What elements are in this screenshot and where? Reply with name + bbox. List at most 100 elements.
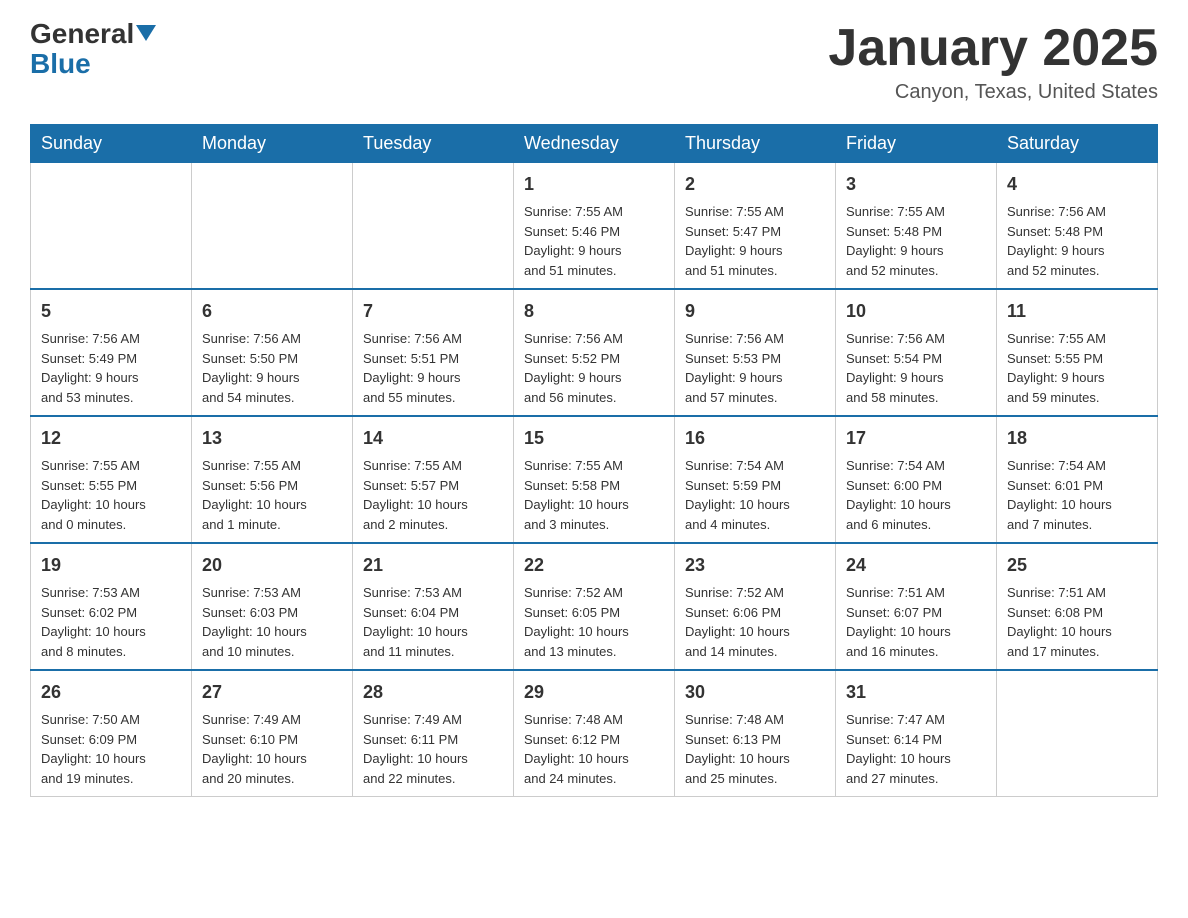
- calendar-cell: 1Sunrise: 7:55 AMSunset: 5:46 PMDaylight…: [514, 163, 675, 290]
- day-info: Sunrise: 7:53 AM: [363, 583, 503, 603]
- calendar-cell: 14Sunrise: 7:55 AMSunset: 5:57 PMDayligh…: [353, 416, 514, 543]
- day-info: Sunrise: 7:55 AM: [41, 456, 181, 476]
- day-info: Daylight: 10 hours: [846, 495, 986, 515]
- logo-blue-text: Blue: [30, 48, 91, 80]
- day-number: 12: [41, 425, 181, 452]
- day-info: and 52 minutes.: [846, 261, 986, 281]
- day-number: 25: [1007, 552, 1147, 579]
- day-info: Daylight: 10 hours: [524, 749, 664, 769]
- day-info: Sunset: 5:47 PM: [685, 222, 825, 242]
- day-info: and 57 minutes.: [685, 388, 825, 408]
- day-info: Sunset: 5:46 PM: [524, 222, 664, 242]
- day-number: 22: [524, 552, 664, 579]
- calendar-week-row: 19Sunrise: 7:53 AMSunset: 6:02 PMDayligh…: [31, 543, 1158, 670]
- calendar-cell: 7Sunrise: 7:56 AMSunset: 5:51 PMDaylight…: [353, 289, 514, 416]
- day-info: and 7 minutes.: [1007, 515, 1147, 535]
- day-number: 1: [524, 171, 664, 198]
- day-number: 23: [685, 552, 825, 579]
- day-info: and 51 minutes.: [685, 261, 825, 281]
- calendar-cell: [353, 163, 514, 290]
- day-info: Daylight: 9 hours: [846, 241, 986, 261]
- calendar-cell: 10Sunrise: 7:56 AMSunset: 5:54 PMDayligh…: [836, 289, 997, 416]
- day-info: and 0 minutes.: [41, 515, 181, 535]
- calendar-cell: 16Sunrise: 7:54 AMSunset: 5:59 PMDayligh…: [675, 416, 836, 543]
- day-info: and 53 minutes.: [41, 388, 181, 408]
- calendar-week-row: 26Sunrise: 7:50 AMSunset: 6:09 PMDayligh…: [31, 670, 1158, 797]
- day-info: and 20 minutes.: [202, 769, 342, 789]
- day-info: and 56 minutes.: [524, 388, 664, 408]
- day-info: and 16 minutes.: [846, 642, 986, 662]
- day-info: Daylight: 10 hours: [41, 749, 181, 769]
- calendar-header-row: SundayMondayTuesdayWednesdayThursdayFrid…: [31, 125, 1158, 163]
- day-info: Sunrise: 7:54 AM: [846, 456, 986, 476]
- location-text: Canyon, Texas, United States: [828, 81, 1158, 104]
- day-info: Sunset: 5:52 PM: [524, 349, 664, 369]
- calendar-header-saturday: Saturday: [997, 125, 1158, 163]
- day-info: Daylight: 10 hours: [202, 622, 342, 642]
- day-info: and 3 minutes.: [524, 515, 664, 535]
- day-info: and 2 minutes.: [363, 515, 503, 535]
- day-info: Sunrise: 7:56 AM: [363, 329, 503, 349]
- day-info: Sunset: 6:05 PM: [524, 603, 664, 623]
- day-number: 14: [363, 425, 503, 452]
- calendar-header-sunday: Sunday: [31, 125, 192, 163]
- day-info: Sunset: 6:03 PM: [202, 603, 342, 623]
- day-info: Sunrise: 7:51 AM: [1007, 583, 1147, 603]
- day-info: Sunset: 5:55 PM: [41, 476, 181, 496]
- day-number: 27: [202, 679, 342, 706]
- day-info: and 55 minutes.: [363, 388, 503, 408]
- day-info: Sunrise: 7:51 AM: [846, 583, 986, 603]
- day-info: Sunset: 6:04 PM: [363, 603, 503, 623]
- day-info: and 58 minutes.: [846, 388, 986, 408]
- calendar-table: SundayMondayTuesdayWednesdayThursdayFrid…: [30, 124, 1158, 797]
- day-number: 2: [685, 171, 825, 198]
- day-info: Sunset: 5:57 PM: [363, 476, 503, 496]
- title-section: January 2025 Canyon, Texas, United State…: [828, 20, 1158, 104]
- calendar-cell: 11Sunrise: 7:55 AMSunset: 5:55 PMDayligh…: [997, 289, 1158, 416]
- day-number: 17: [846, 425, 986, 452]
- calendar-cell: 3Sunrise: 7:55 AMSunset: 5:48 PMDaylight…: [836, 163, 997, 290]
- day-info: Daylight: 9 hours: [846, 368, 986, 388]
- day-info: Sunset: 6:08 PM: [1007, 603, 1147, 623]
- calendar-cell: 15Sunrise: 7:55 AMSunset: 5:58 PMDayligh…: [514, 416, 675, 543]
- calendar-header-friday: Friday: [836, 125, 997, 163]
- day-info: Sunset: 5:49 PM: [41, 349, 181, 369]
- day-info: Sunrise: 7:53 AM: [202, 583, 342, 603]
- day-info: and 14 minutes.: [685, 642, 825, 662]
- calendar-cell: 24Sunrise: 7:51 AMSunset: 6:07 PMDayligh…: [836, 543, 997, 670]
- calendar-header-tuesday: Tuesday: [353, 125, 514, 163]
- day-info: Daylight: 10 hours: [685, 749, 825, 769]
- day-info: Sunrise: 7:52 AM: [685, 583, 825, 603]
- day-info: Daylight: 10 hours: [41, 622, 181, 642]
- day-number: 5: [41, 298, 181, 325]
- calendar-cell: 12Sunrise: 7:55 AMSunset: 5:55 PMDayligh…: [31, 416, 192, 543]
- day-info: Sunset: 5:48 PM: [1007, 222, 1147, 242]
- day-info: Daylight: 10 hours: [685, 495, 825, 515]
- day-info: and 59 minutes.: [1007, 388, 1147, 408]
- day-info: Sunrise: 7:48 AM: [524, 710, 664, 730]
- calendar-cell: 27Sunrise: 7:49 AMSunset: 6:10 PMDayligh…: [192, 670, 353, 797]
- day-info: and 6 minutes.: [846, 515, 986, 535]
- day-info: Sunrise: 7:49 AM: [363, 710, 503, 730]
- day-info: Daylight: 9 hours: [41, 368, 181, 388]
- day-info: Sunset: 5:58 PM: [524, 476, 664, 496]
- calendar-cell: 23Sunrise: 7:52 AMSunset: 6:06 PMDayligh…: [675, 543, 836, 670]
- day-info: Sunrise: 7:47 AM: [846, 710, 986, 730]
- calendar-header-thursday: Thursday: [675, 125, 836, 163]
- day-number: 16: [685, 425, 825, 452]
- day-info: and 4 minutes.: [685, 515, 825, 535]
- day-info: Daylight: 9 hours: [1007, 368, 1147, 388]
- day-info: Sunrise: 7:55 AM: [363, 456, 503, 476]
- day-info: and 54 minutes.: [202, 388, 342, 408]
- calendar-cell: 17Sunrise: 7:54 AMSunset: 6:00 PMDayligh…: [836, 416, 997, 543]
- day-number: 11: [1007, 298, 1147, 325]
- calendar-cell: 19Sunrise: 7:53 AMSunset: 6:02 PMDayligh…: [31, 543, 192, 670]
- day-info: Sunrise: 7:55 AM: [524, 202, 664, 222]
- day-info: and 8 minutes.: [41, 642, 181, 662]
- day-number: 3: [846, 171, 986, 198]
- day-info: Sunset: 6:06 PM: [685, 603, 825, 623]
- day-number: 30: [685, 679, 825, 706]
- logo-general-text: General: [30, 20, 134, 48]
- calendar-cell: 20Sunrise: 7:53 AMSunset: 6:03 PMDayligh…: [192, 543, 353, 670]
- day-info: Sunrise: 7:55 AM: [202, 456, 342, 476]
